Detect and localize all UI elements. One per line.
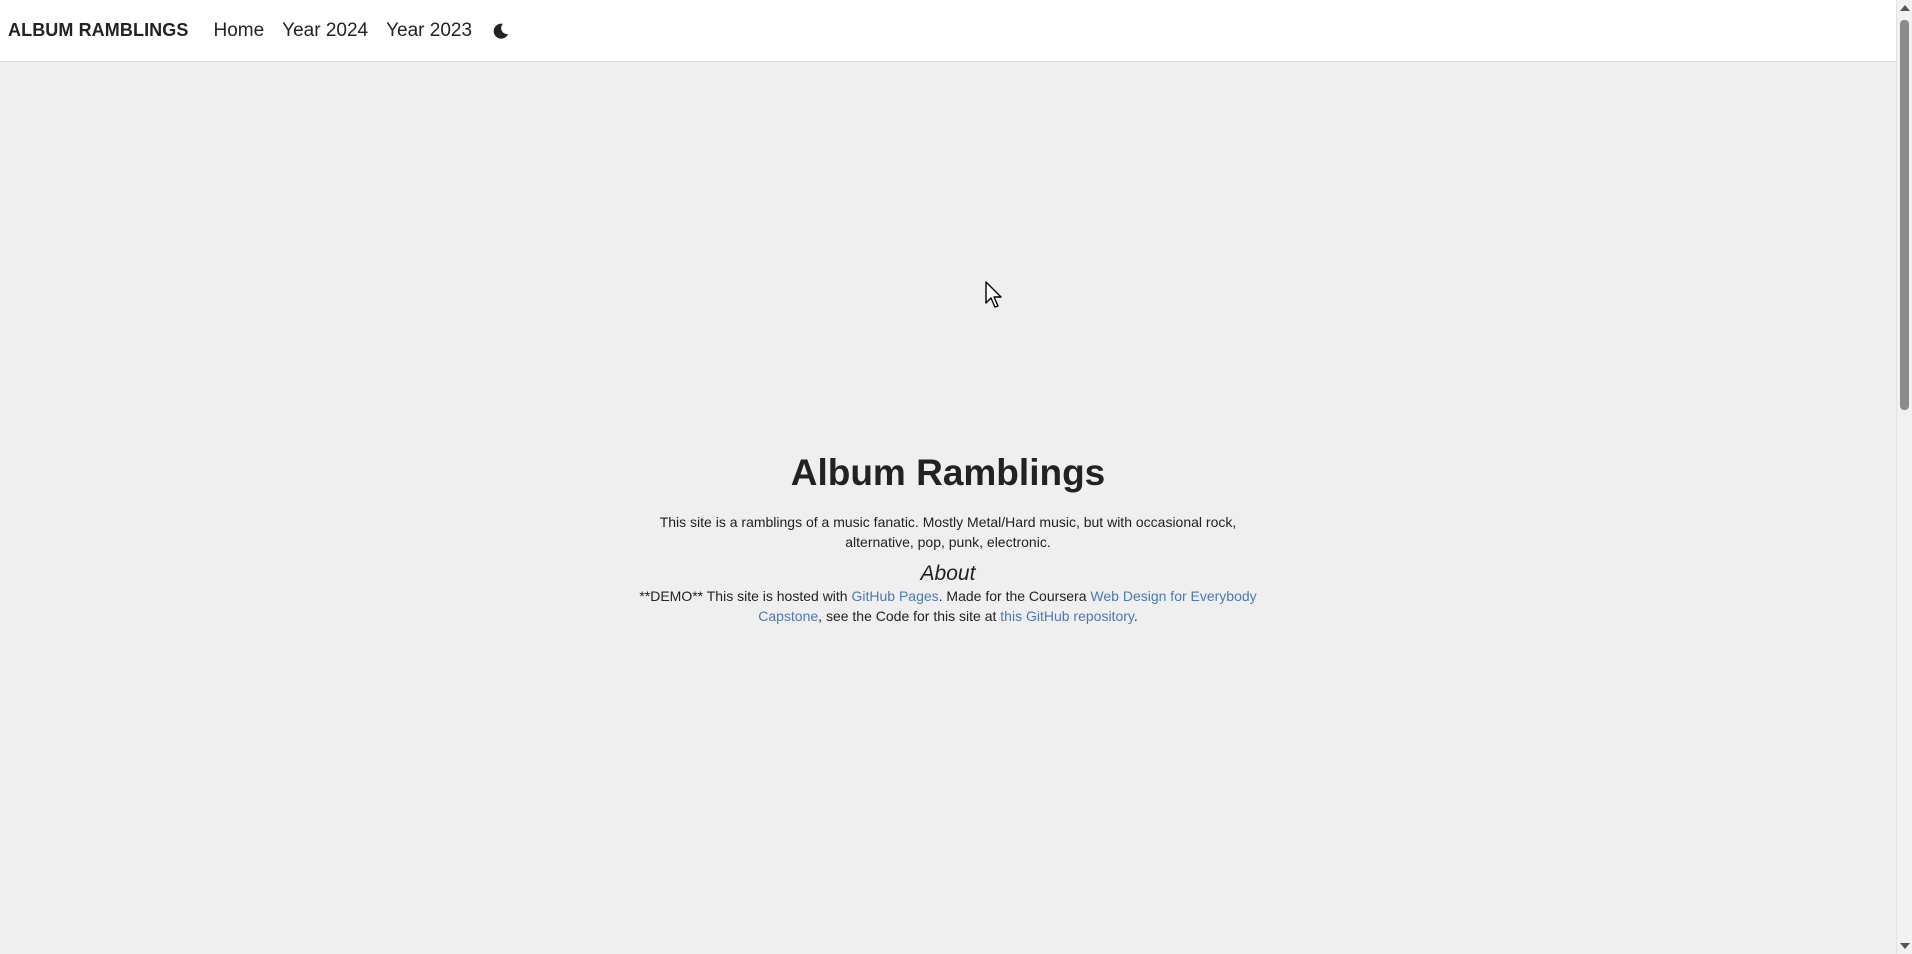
about-text-part: . <box>1133 608 1138 624</box>
scroll-thumb[interactable] <box>1900 20 1909 410</box>
page-title: Album Ramblings <box>790 452 1106 493</box>
nav-link-year-2023[interactable]: Year 2023 <box>386 20 472 42</box>
nav-link-home[interactable]: Home <box>213 20 264 42</box>
scroll-down-arrow-icon[interactable] <box>1900 943 1910 949</box>
top-navbar: ALBUM RAMBLINGS Home Year 2024 Year 2023 <box>0 0 1896 62</box>
about-text-part: **DEMO** This site is hosted with <box>639 588 852 604</box>
hero-section: Album Ramblings This site is a ramblings… <box>0 448 1896 626</box>
vertical-scrollbar[interactable] <box>1896 0 1912 954</box>
brand-link[interactable]: ALBUM RAMBLINGS <box>8 20 188 41</box>
intro-text: This site is a ramblings of a music fana… <box>659 514 1237 550</box>
scroll-up-arrow-icon[interactable] <box>1900 5 1910 11</box>
github-repository-link[interactable]: this GitHub repository <box>1000 608 1134 624</box>
browser-viewport: ALBUM RAMBLINGS Home Year 2024 Year 2023… <box>0 0 1912 954</box>
nav-link-year-2024[interactable]: Year 2024 <box>282 20 368 42</box>
github-pages-link[interactable]: GitHub Pages <box>851 588 938 604</box>
about-heading: About <box>920 562 976 585</box>
theme-toggle-button[interactable] <box>490 20 512 42</box>
about-text-part: . Made for the Coursera <box>938 588 1091 604</box>
mouse-cursor-icon <box>985 281 1002 308</box>
about-text-part: , see the Code for this site at <box>818 608 1001 624</box>
moon-icon <box>493 23 509 39</box>
about-text: **DEMO** This site is hosted with GitHub… <box>628 586 1268 626</box>
